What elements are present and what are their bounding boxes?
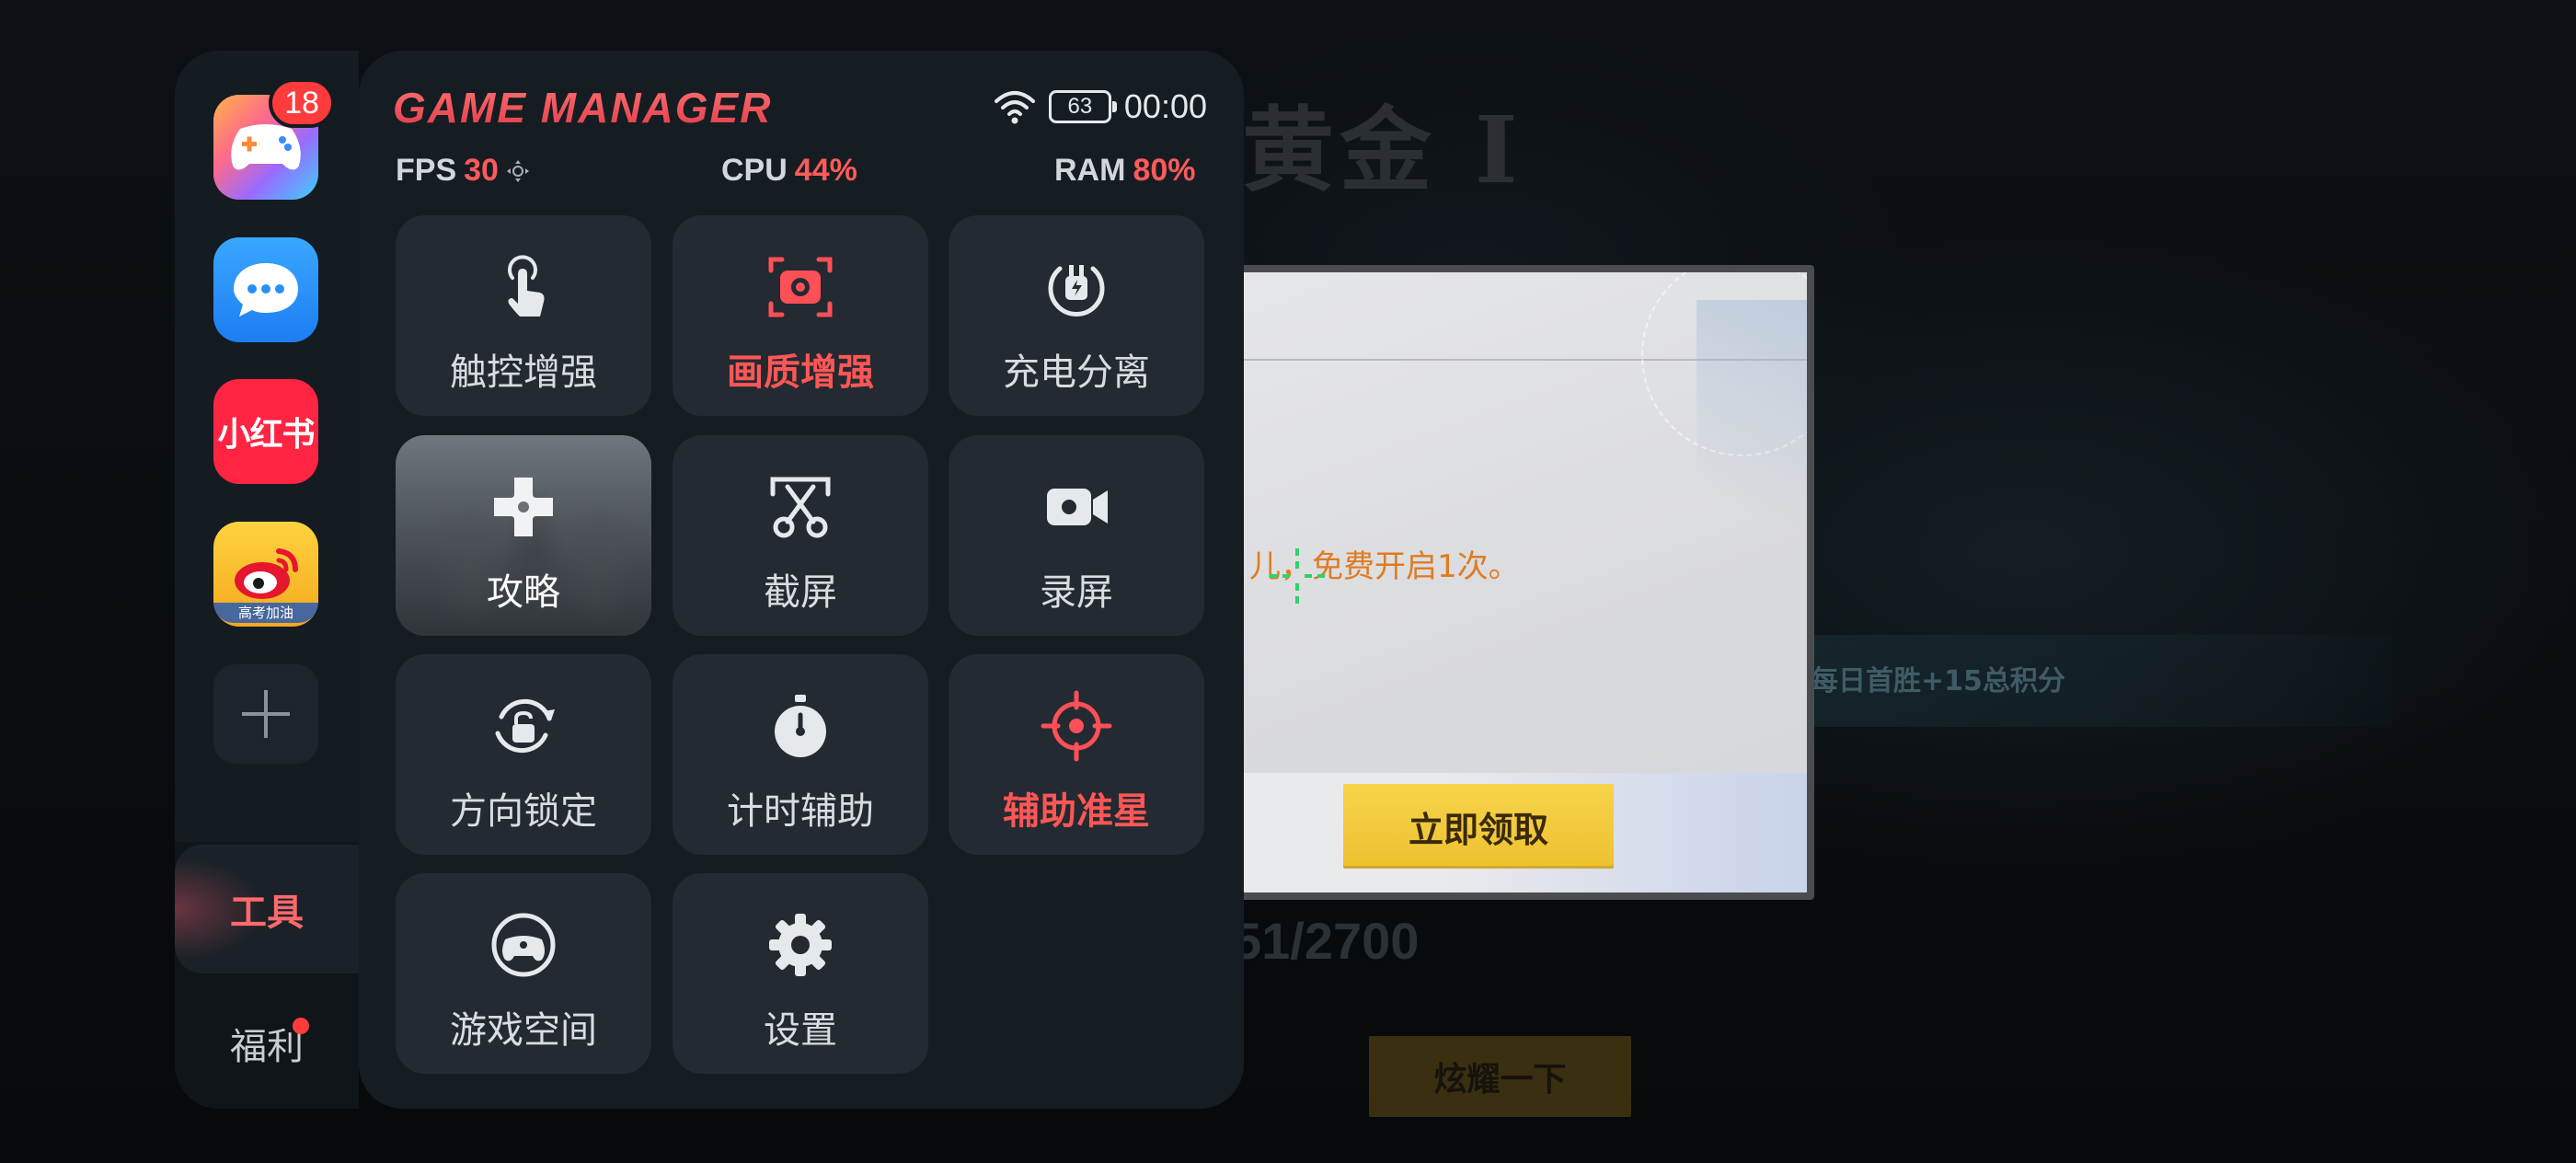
plus-icon [242,690,290,738]
fps-label: FPS [396,153,457,188]
tool-label: 计时辅助 [727,790,874,833]
charge-separation-icon [1048,265,1105,317]
tool-game-space[interactable]: 游戏空间 [396,873,651,1074]
welfare-notification-dot [293,1018,309,1034]
cpu-value: 44% [794,153,857,188]
battery-indicator: 63 [1048,90,1117,123]
tool-label: 充电分离 [1003,351,1150,394]
tool-screenshot[interactable]: 截屏 [673,435,928,636]
ram-value: 80% [1133,153,1196,188]
tool-charge-separation[interactable]: 充电分离 [949,215,1204,416]
messages-app-icon[interactable] [213,237,318,342]
battery-level: 63 [1067,94,1093,119]
tool-rotation-lock[interactable]: 方向锁定 [396,654,651,855]
tool-label: 触控增强 [450,351,597,394]
tool-image-quality[interactable]: 画质增强 [673,215,928,416]
weibo-logo-icon [235,548,298,599]
weibo-app-icon[interactable]: 高考加油 [213,522,318,627]
xiaohongshu-app-icon[interactable]: 小红书 [213,379,318,484]
guide-icon [494,478,553,536]
aim-crosshair-icon [1270,548,1325,604]
tool-label: 截屏 [764,571,837,614]
crosshair-icon [1041,690,1112,762]
tool-settings[interactable]: 设置 [673,873,928,1074]
game-manager-logo: GAME MANAGER [393,84,773,132]
tool-label: 画质增强 [727,351,874,394]
tool-screen-record[interactable]: 录屏 [949,435,1204,636]
tool-timer[interactable]: 计时辅助 [673,654,928,855]
status-bar: 63 00:00 [994,87,1207,126]
game-space-icon [491,913,556,977]
tool-label: 录屏 [1040,571,1113,614]
xiaohongshu-logo-text: 小红书 [217,416,315,454]
timer-icon [775,695,826,757]
weibo-tag: 高考加油 [213,603,318,623]
tool-guide[interactable]: 攻略 [396,435,651,636]
tool-label: 攻略 [487,571,560,614]
daily-bonus-text: 每日首胜+15总积分 [1811,665,2065,697]
tool-label: 游戏空间 [450,1009,597,1052]
touch-enhance-icon [508,255,545,317]
cpu-label: CPU [721,153,788,188]
screenshot-icon [770,477,831,538]
move-handle-icon[interactable] [506,159,530,183]
clock: 00:00 [1123,87,1207,125]
wifi-icon [994,91,1035,124]
game-center-app-icon[interactable]: 18 [213,78,335,200]
tab-welfare[interactable]: 福利 [175,979,359,1108]
gamepad-icon [231,124,301,170]
tool-label: 设置 [764,1009,837,1052]
tool-label: 方向锁定 [450,790,597,833]
fps-metric[interactable]: FPS 30 [396,153,530,189]
notification-badge: 18 [269,78,335,128]
progress-count: 51/2700 [1233,912,1420,970]
dialog-decoration-stripe [1696,300,1807,650]
cpu-metric: CPU 44% [721,153,857,189]
add-app-button[interactable] [213,664,318,764]
settings-icon [769,914,832,976]
claim-now-button[interactable]: 立即领取 [1343,784,1614,869]
screen-record-icon [1047,489,1108,525]
ram-label: RAM [1054,153,1126,188]
tool-label: 辅助准星 [1003,790,1150,833]
image-quality-icon [768,257,833,317]
show-off-button[interactable]: 炫耀一下 [1369,1036,1631,1117]
rotation-lock-icon [495,698,555,754]
tab-tools[interactable]: 工具 [175,845,359,973]
chat-bubble-icon [234,263,298,317]
tool-crosshair[interactable]: 辅助准星 [949,654,1204,855]
fps-value: 30 [464,153,499,188]
ram-metric: RAM 80% [1054,153,1196,189]
rank-title: 黄金 I [1242,96,1524,204]
tool-touch-enhance[interactable]: 触控增强 [396,215,651,416]
